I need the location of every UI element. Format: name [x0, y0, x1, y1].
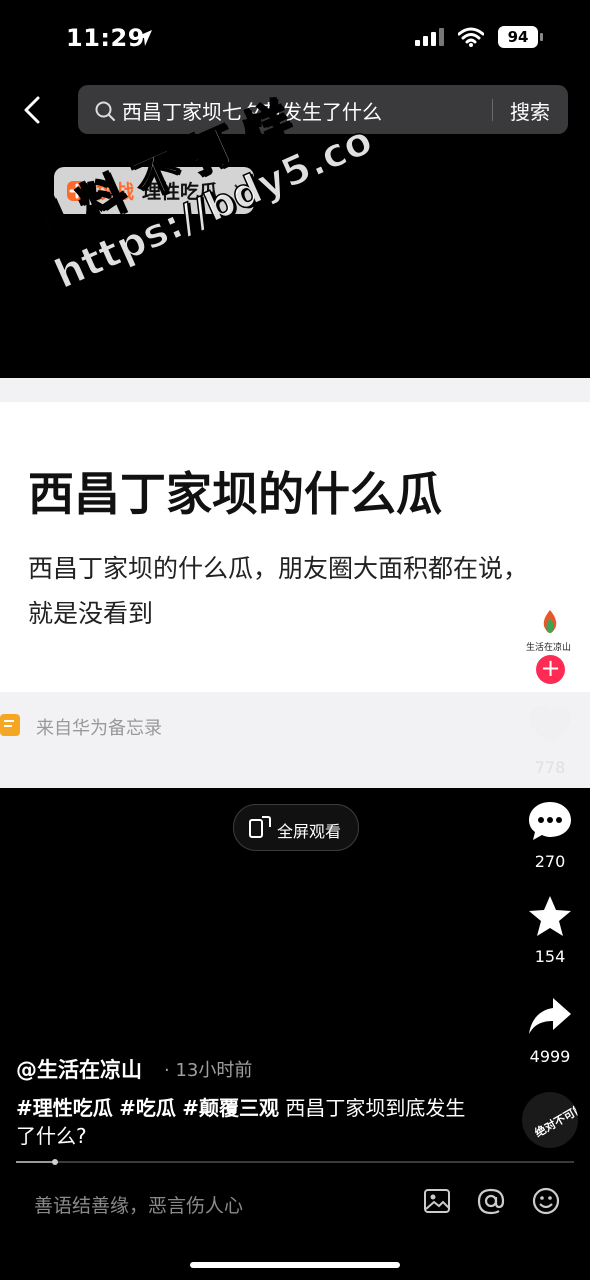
wifi-icon: [458, 27, 484, 47]
hashtag[interactable]: #理性吃瓜: [16, 1096, 113, 1120]
hashtag[interactable]: #颠覆三观: [182, 1096, 279, 1120]
cellular-signal-icon: [415, 28, 444, 46]
comment-count: 270: [534, 852, 566, 871]
music-disc[interactable]: 绝对不可能: [522, 1092, 578, 1148]
search-icon: [95, 101, 115, 121]
share-arrow-icon[interactable]: [527, 994, 573, 1038]
follow-button[interactable]: +: [536, 655, 565, 684]
progress-handle[interactable]: [52, 1159, 59, 1165]
challenge-label: 挑战: [96, 181, 135, 203]
search-query[interactable]: 西昌丁家坝七夕节发生了什么: [122, 96, 382, 125]
progress-fill: [16, 1161, 56, 1163]
mention-icon[interactable]: [477, 1187, 505, 1215]
post-caption: #理性吃瓜 #吃瓜 #颠覆三观 西昌丁家坝到底发生了什么?: [16, 1094, 476, 1150]
like-count: 778: [534, 758, 566, 777]
status-indicators: 94: [415, 26, 543, 48]
chevron-right-icon: [234, 184, 243, 198]
back-arrow-icon[interactable]: [18, 92, 48, 128]
avatar-name: 生活在凉山: [526, 643, 572, 653]
comment-icon[interactable]: [527, 800, 573, 844]
favorite-star-icon[interactable]: [527, 894, 573, 938]
search-button[interactable]: 搜索: [510, 96, 550, 125]
share-count: 4999: [529, 1047, 571, 1066]
fullscreen-label: 全屏观看: [277, 822, 342, 841]
favorite-count: 154: [534, 947, 566, 966]
challenge-icon: [67, 181, 87, 201]
music-disc-label: 绝对不可能: [532, 1101, 578, 1140]
fullscreen-rotate-icon: [249, 816, 271, 838]
comment-input[interactable]: 善语结善缘，恶言伤人心: [34, 1191, 243, 1218]
battery-indicator: 94: [498, 26, 543, 48]
home-indicator: [190, 1262, 400, 1268]
location-arrow-icon: [136, 30, 152, 46]
memo-app-icon: [0, 714, 20, 736]
author-handle[interactable]: @生活在凉山: [16, 1054, 142, 1084]
challenge-topic: 理性吃瓜: [142, 181, 219, 203]
heart-icon[interactable]: [527, 704, 573, 748]
battery-level: 94: [507, 28, 529, 46]
post-time: · 13小时前: [164, 1060, 253, 1081]
note-source: 来自华为备忘录: [36, 718, 162, 739]
search-divider: [492, 99, 493, 121]
progress-bar[interactable]: [16, 1161, 574, 1163]
note-body: 西昌丁家坝的什么瓜，朋友圈大面积都在说，就是没看到: [28, 554, 529, 628]
image-icon[interactable]: [423, 1187, 451, 1215]
emoji-icon[interactable]: [532, 1187, 560, 1215]
note-title: 西昌丁家坝的什么瓜: [28, 467, 442, 521]
hashtag[interactable]: #吃瓜: [119, 1096, 176, 1120]
